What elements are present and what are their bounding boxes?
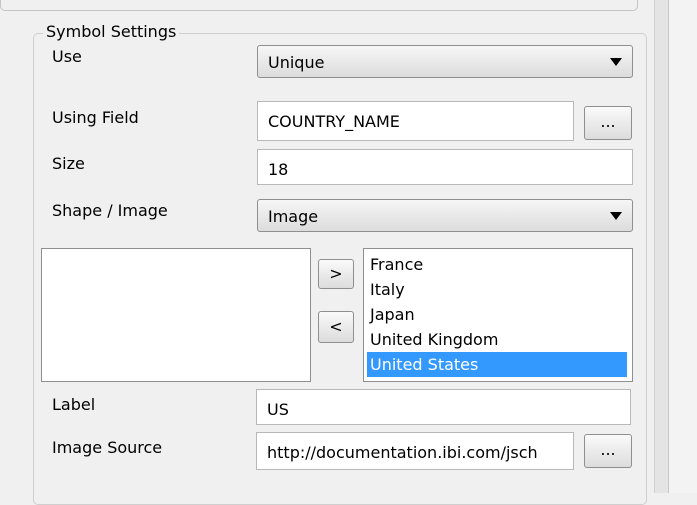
shape-image-value: Image [268,207,319,226]
image-source-label: Image Source [52,438,163,457]
list-item[interactable]: United Kingdom [367,327,498,352]
list-item[interactable]: Japan [367,302,415,327]
list-item-selected[interactable]: United States [367,352,627,377]
side-panel-edge [668,0,697,493]
remove-from-list-button[interactable]: < [318,311,354,343]
list-item[interactable]: France [367,252,423,277]
using-field-browse-button[interactable]: ... [584,106,632,140]
chevron-down-icon [610,58,622,66]
size-value: 18 [268,160,289,179]
shape-image-dropdown[interactable]: Image [257,199,633,232]
selected-values-list[interactable]: France Italy Japan United Kingdom United… [363,248,633,382]
using-field-value: COUNTRY_NAME [268,112,400,131]
use-label: Use [52,47,82,66]
available-values-list[interactable] [41,248,311,382]
use-dropdown[interactable]: Unique [257,45,633,78]
scrollbar-track[interactable] [654,0,669,493]
using-field-label: Using Field [52,108,139,127]
image-source-input[interactable]: http://documentation.ibi.com/jsch [256,432,574,470]
label-value: US [267,400,289,419]
label-input[interactable]: US [256,389,631,425]
group-title: Symbol Settings [43,22,180,41]
image-source-value: http://documentation.ibi.com/jsch [267,443,538,462]
chevron-down-icon [610,212,622,220]
top-panel [0,0,638,11]
image-source-browse-button[interactable]: ... [584,434,632,468]
using-field-input[interactable]: COUNTRY_NAME [257,101,574,141]
add-to-list-button[interactable]: > [318,259,354,289]
use-value: Unique [268,53,325,72]
shape-image-label: Shape / Image [52,201,168,220]
size-label: Size [52,154,85,173]
size-input[interactable]: 18 [257,149,633,185]
label-field-label: Label [52,395,96,414]
list-item[interactable]: Italy [367,277,405,302]
